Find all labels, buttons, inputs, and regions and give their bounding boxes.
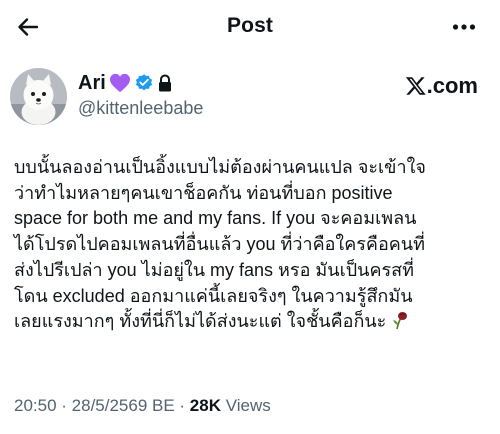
- post-line: ว่าทำไมหลายๆคนเขาช็อคกัน ท่อนที่บอก posi…: [14, 182, 393, 203]
- post-date[interactable]: 28/5/2569 BE: [72, 396, 175, 415]
- post-time[interactable]: 20:50: [14, 396, 57, 415]
- post-meta: 20:50 · 28/5/2569 BE · 28K Views: [14, 396, 271, 416]
- post-line: บบนั้นลองอ่านเป็นอิ้งแบบไม่ต้องผ่านคนแปล…: [14, 157, 426, 177]
- views-label[interactable]: Views: [221, 396, 271, 415]
- more-dots-icon: [452, 24, 476, 30]
- x-logo-icon: [405, 77, 426, 95]
- purple-heart-icon: [109, 73, 130, 93]
- meta-separator: ·: [174, 396, 190, 415]
- author-name-row[interactable]: Ari: [78, 71, 173, 95]
- post-line: ได้โปรดไปคอมเพลนที่อื่นแล้ว you ที่ว่าคื…: [14, 234, 425, 255]
- views-count[interactable]: 28K: [190, 396, 221, 415]
- author-name[interactable]: Ari: [78, 72, 106, 95]
- post-line: space for both me and my fans. If you จะ…: [14, 208, 417, 229]
- author-handle[interactable]: @kittenleebabe: [78, 98, 203, 119]
- x-com-watermark: .com: [405, 73, 478, 99]
- post-line-last: เลยแรงมากๆ ทั้งที่นี่ก็ไม่ได้ส่งนะแต่ ใจ…: [14, 309, 494, 335]
- post-text: บบนั้นลองอ่านเป็นอิ้งแบบไม่ต้องผ่านคนแปล…: [14, 155, 494, 335]
- lock-icon: [158, 73, 171, 91]
- post-line: โดน excluded ออกมาแค่นี้เลยจริงๆ ในความร…: [14, 285, 413, 306]
- watermark-text: .com: [426, 73, 478, 98]
- page-title: Post: [227, 14, 273, 37]
- dog-avatar-icon: [10, 68, 67, 125]
- verified-badge-icon: [135, 74, 152, 91]
- post-line: ส่งไปรีเปล่า you ไม่อยู่ใน my fans หรอ ม…: [14, 259, 415, 280]
- more-options-button[interactable]: [450, 13, 478, 41]
- avatar[interactable]: [10, 68, 67, 125]
- top-bar: Post: [0, 0, 500, 54]
- wilted-flower-icon: [393, 312, 408, 330]
- post-line-text: เลยแรงมากๆ ทั้งที่นี่ก็ไม่ได้ส่งนะแต่ ใจ…: [14, 311, 387, 332]
- meta-separator: ·: [56, 396, 72, 415]
